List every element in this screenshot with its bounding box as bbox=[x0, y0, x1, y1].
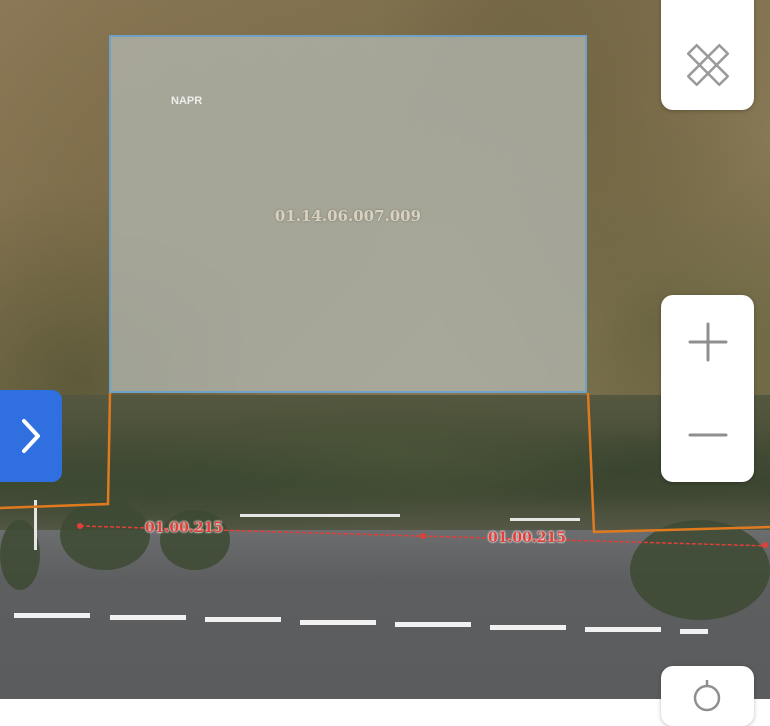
locate-button[interactable] bbox=[661, 666, 754, 726]
road-id-label-left: 01.00.215 bbox=[145, 520, 223, 536]
zoom-controls bbox=[661, 295, 754, 482]
expand-sidebar-button[interactable] bbox=[0, 390, 62, 482]
zoom-in-button[interactable] bbox=[661, 295, 754, 388]
location-icon bbox=[693, 680, 721, 712]
parcel-id-label: 01.14.06.007.009 bbox=[274, 207, 422, 225]
map-canvas[interactable]: NAPR 01.14.06.007.009 01.00.215 01.00.21… bbox=[0, 0, 770, 699]
road-id-label-right: 01.00.215 bbox=[488, 530, 566, 546]
plus-icon bbox=[688, 322, 727, 361]
chevron-right-icon bbox=[22, 419, 40, 453]
ruler-pencil-icon bbox=[686, 43, 729, 87]
parcel-watermark: NAPR bbox=[171, 95, 203, 107]
minus-icon bbox=[688, 433, 727, 437]
cadastral-parcel[interactable]: NAPR 01.14.06.007.009 bbox=[109, 35, 587, 393]
measure-tool-button[interactable] bbox=[661, 0, 754, 110]
zoom-out-button[interactable] bbox=[661, 388, 754, 482]
